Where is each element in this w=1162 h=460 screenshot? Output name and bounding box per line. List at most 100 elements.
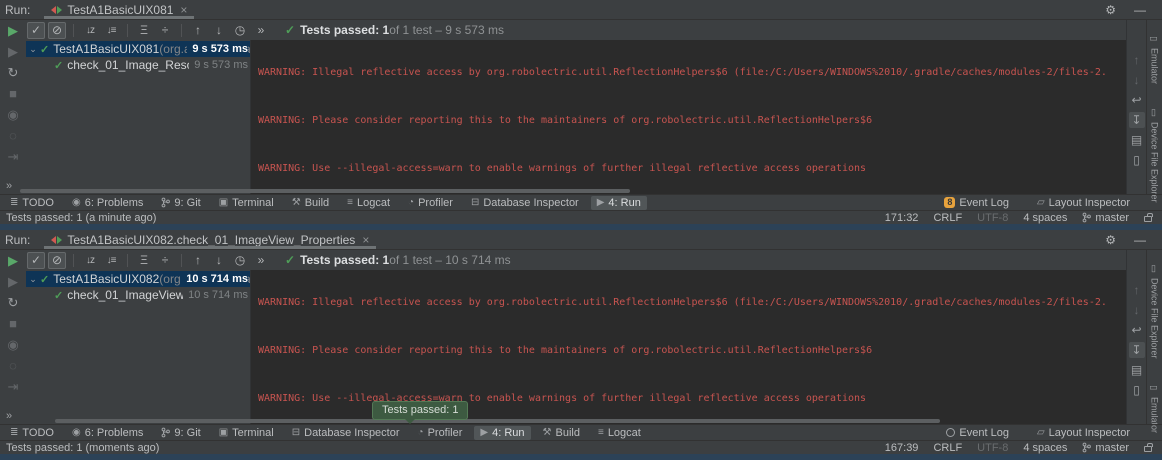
file-encoding[interactable]: UTF-8	[977, 442, 1008, 454]
tool-button-logcat[interactable]: ≡Logcat	[592, 426, 647, 440]
chevron-down-icon[interactable]: ⌄	[27, 44, 39, 55]
tool-button-problems[interactable]: ◉6: Problems	[66, 426, 149, 440]
toolbar-more-icon[interactable]: »	[252, 22, 270, 39]
tool-button-problems[interactable]: ◉6: Problems	[66, 196, 149, 210]
attach-button[interactable]: ⇥	[5, 149, 21, 164]
tool-button-build[interactable]: ⚒Build	[286, 196, 335, 210]
tool-button-run[interactable]: ▶4: Run	[591, 196, 647, 210]
test-tree-row-suite[interactable]: ⌄ ✓ TestA1BasicUIX082 (org.aplas.basica …	[26, 271, 250, 287]
tool-button-todo[interactable]: ≣TODO	[4, 196, 60, 210]
horizontal-scrollbar[interactable]	[20, 189, 630, 193]
caret-position[interactable]: 167:39	[885, 442, 919, 454]
tool-button-run[interactable]: ▶4: Run	[474, 426, 530, 440]
print-button[interactable]: ▤	[1129, 132, 1145, 148]
dump-threads-button[interactable]: ◌	[5, 358, 21, 373]
scroll-to-end-button[interactable]: ↧	[1129, 342, 1145, 358]
up-stack-trace-button[interactable]: ↑	[1129, 282, 1145, 298]
line-ending[interactable]: CRLF	[933, 442, 962, 454]
collapse-all-button[interactable]: ÷	[156, 252, 174, 269]
clear-all-button[interactable]: ▯	[1129, 152, 1145, 168]
indent-setting[interactable]: 4 spaces	[1023, 442, 1067, 454]
event-log-button[interactable]: 8Event Log	[942, 196, 1011, 210]
gear-icon[interactable]: ⚙	[1105, 3, 1116, 17]
dump-threads-button[interactable]: ◌	[5, 128, 21, 143]
layout-inspector-button[interactable]: ▱Layout Inspector	[1035, 196, 1132, 210]
soft-wrap-button[interactable]: ↩	[1129, 322, 1145, 338]
tool-button-profiler[interactable]: ◔Profiler	[412, 426, 469, 440]
test-history-button[interactable]: ◷	[231, 252, 249, 269]
down-stack-trace-button[interactable]: ↓	[1129, 302, 1145, 318]
horizontal-scrollbar[interactable]	[55, 419, 940, 423]
toggle-auto-test-button[interactable]: ↻	[5, 65, 21, 80]
scroll-to-end-button[interactable]: ↧	[1129, 112, 1145, 128]
previous-occurrence-button[interactable]: ↑	[189, 252, 207, 269]
show-ignored-button[interactable]: ⊘	[48, 252, 66, 269]
git-branch-widget[interactable]: master	[1082, 212, 1129, 224]
down-stack-trace-button[interactable]: ↓	[1129, 72, 1145, 88]
file-encoding[interactable]: UTF-8	[977, 212, 1008, 224]
attach-button[interactable]: ⇥	[5, 379, 21, 394]
tool-window-device-file-explorer[interactable]: ▯ Device File Explorer	[1150, 108, 1160, 203]
test-tree-row-suite[interactable]: ⌄ ✓ TestA1BasicUIX081 (org.aplas.basica …	[26, 41, 250, 57]
tool-button-terminal[interactable]: ▣Terminal	[213, 426, 280, 440]
clear-all-button[interactable]: ▯	[1129, 382, 1145, 398]
tool-window-device-file-explorer[interactable]: ▯ Device File Explorer	[1150, 264, 1160, 359]
show-passed-button[interactable]: ✓	[27, 252, 45, 269]
tool-button-todo[interactable]: ≣TODO	[4, 426, 60, 440]
test-history-button[interactable]: ◷	[231, 22, 249, 39]
line-ending[interactable]: CRLF	[933, 212, 962, 224]
tool-button-profiler[interactable]: ◔Profiler	[402, 196, 459, 210]
chevron-down-icon[interactable]: ⌄	[27, 274, 39, 285]
tool-button-logcat[interactable]: ≡Logcat	[341, 196, 396, 210]
tool-button-database-inspector[interactable]: ⊟Database Inspector	[465, 196, 585, 210]
more-icon[interactable]: »	[6, 180, 12, 192]
minimize-icon[interactable]: —	[1134, 3, 1146, 17]
sort-by-duration-button[interactable]: ↓≡	[102, 252, 120, 269]
sort-alphabetically-button[interactable]: ↓z	[81, 22, 99, 39]
stop-button[interactable]: ■	[5, 86, 21, 101]
lock-icon[interactable]	[1144, 216, 1152, 222]
lock-icon[interactable]	[1144, 446, 1152, 452]
more-icon[interactable]: »	[6, 410, 12, 422]
tool-button-terminal[interactable]: ▣Terminal	[213, 196, 280, 210]
next-occurrence-button[interactable]: ↓	[210, 252, 228, 269]
test-tree-row-case[interactable]: ✓ check_01_Image_Resources 9 s 573 ms	[26, 57, 250, 73]
expand-all-button[interactable]: Ξ	[135, 252, 153, 269]
toggle-auto-test-button[interactable]: ↻	[5, 295, 21, 310]
rerun-button[interactable]: ▶	[5, 23, 21, 38]
caret-position[interactable]: 171:32	[885, 212, 919, 224]
next-occurrence-button[interactable]: ↓	[210, 22, 228, 39]
stop-button[interactable]: ■	[5, 316, 21, 331]
rerun-failed-tests-button[interactable]: ▶	[5, 44, 21, 59]
tool-button-database-inspector[interactable]: ⊟Database Inspector	[286, 426, 406, 440]
up-stack-trace-button[interactable]: ↑	[1129, 52, 1145, 68]
tool-button-git[interactable]: 9: Git	[155, 196, 206, 210]
show-passed-button[interactable]: ✓	[27, 22, 45, 39]
test-tree-row-case[interactable]: ✓ check_01_ImageView_Properties 10 s 714…	[26, 287, 250, 303]
sort-by-duration-button[interactable]: ↓≡	[102, 22, 120, 39]
run-tab[interactable]: TestA1BasicUIX082.check_01_ImageView_Pro…	[44, 230, 376, 249]
show-ignored-button[interactable]: ⊘	[48, 22, 66, 39]
rerun-button[interactable]: ▶	[5, 253, 21, 268]
soft-wrap-button[interactable]: ↩	[1129, 92, 1145, 108]
tool-window-emulator[interactable]: ▭ Emulator	[1150, 34, 1160, 84]
expand-all-button[interactable]: Ξ	[135, 22, 153, 39]
screenshot-button[interactable]: ◉	[5, 107, 21, 122]
print-button[interactable]: ▤	[1129, 362, 1145, 378]
event-log-button[interactable]: Event Log	[944, 426, 1011, 440]
close-icon[interactable]: ×	[180, 3, 187, 17]
screenshot-button[interactable]: ◉	[5, 337, 21, 352]
gear-icon[interactable]: ⚙	[1105, 233, 1116, 247]
collapse-all-button[interactable]: ÷	[156, 22, 174, 39]
close-icon[interactable]: ×	[362, 233, 369, 247]
tool-button-build[interactable]: ⚒Build	[537, 426, 586, 440]
tool-button-git[interactable]: 9: Git	[155, 426, 206, 440]
minimize-icon[interactable]: —	[1134, 233, 1146, 247]
run-tab[interactable]: TestA1BasicUIX081 ×	[44, 0, 194, 19]
previous-occurrence-button[interactable]: ↑	[189, 22, 207, 39]
sort-alphabetically-button[interactable]: ↓z	[81, 252, 99, 269]
indent-setting[interactable]: 4 spaces	[1023, 212, 1067, 224]
rerun-failed-tests-button[interactable]: ▶	[5, 274, 21, 289]
console-output[interactable]: WARNING: Illegal reflective access by or…	[250, 40, 1126, 194]
layout-inspector-button[interactable]: ▱Layout Inspector	[1035, 426, 1132, 440]
